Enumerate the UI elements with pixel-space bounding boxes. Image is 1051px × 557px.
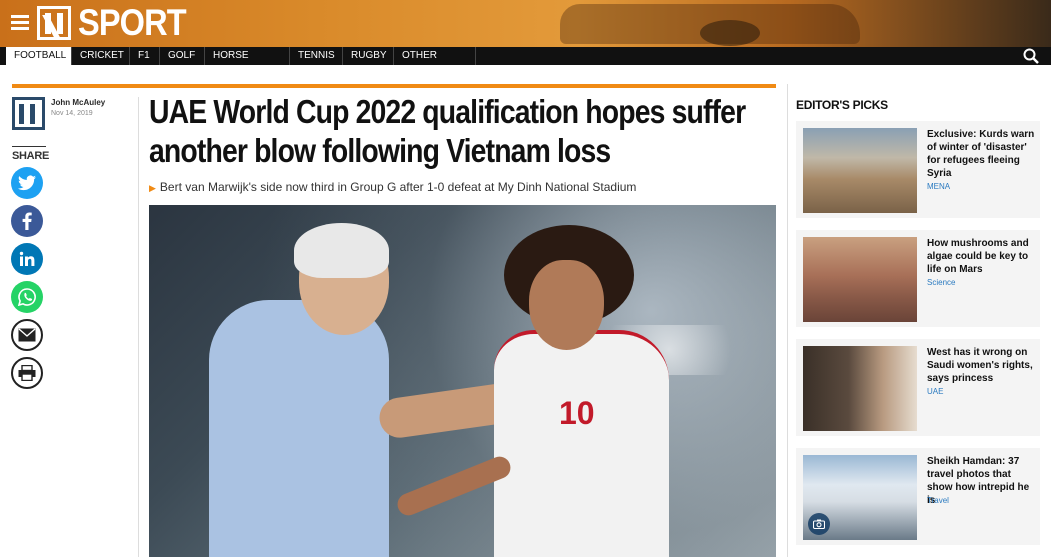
nav-item-horse-racing[interactable]: HORSE RACING — [205, 47, 290, 79]
pick-category[interactable]: UAE — [927, 387, 943, 396]
article-top-rule — [12, 84, 776, 88]
column-divider — [138, 97, 139, 557]
player-head — [529, 260, 604, 350]
pick-thumbnail[interactable] — [803, 128, 917, 213]
print-icon — [18, 365, 36, 381]
headline-line-2: another blow following Vietnam loss — [149, 132, 611, 169]
section-nav: FOOTBALL CRICKET F1 GOLF HORSE RACING TE… — [0, 47, 1051, 79]
whatsapp-icon — [18, 288, 36, 306]
editors-pick-item[interactable]: Sheikh Hamdan: 37 travel photos that sho… — [796, 448, 1040, 545]
headline-line-1: UAE World Cup 2022 qualification hopes s… — [149, 93, 746, 130]
share-label: SHARE — [12, 150, 50, 162]
coach-hair — [294, 223, 389, 278]
facebook-share-button[interactable] — [11, 205, 43, 237]
nav-item-cricket[interactable]: CRICKET — [72, 47, 130, 65]
player-figure — [494, 330, 669, 557]
editors-pick-item[interactable]: Exclusive: Kurds warn of winter of 'disa… — [796, 121, 1040, 218]
pick-category[interactable]: Science — [927, 278, 955, 287]
publish-date: Nov 14, 2019 — [51, 110, 93, 117]
pick-title[interactable]: West has it wrong on Saudi women's right… — [927, 346, 1035, 385]
triangle-right-icon: ▶ — [149, 183, 156, 193]
twitter-share-button[interactable] — [11, 167, 43, 199]
nav-item-tennis[interactable]: TENNIS — [290, 47, 343, 65]
email-icon — [18, 328, 36, 342]
pick-category[interactable]: Travel — [927, 496, 949, 505]
national-logo-icon[interactable] — [37, 6, 71, 40]
facebook-icon — [22, 212, 32, 230]
nav-item-rugby[interactable]: RUGBY — [343, 47, 394, 65]
pick-category[interactable]: MENA — [927, 182, 950, 191]
nav-item-other-sport[interactable]: OTHER SPORT — [394, 47, 476, 79]
sidebar-divider — [787, 84, 788, 557]
linkedin-share-button[interactable] — [11, 243, 43, 275]
camera-icon — [808, 513, 830, 535]
standfirst-text: Bert van Marwijk's side now third in Gro… — [159, 180, 637, 194]
editors-pick-item[interactable]: How mushrooms and algae could be key to … — [796, 230, 1040, 327]
linkedin-icon — [19, 251, 35, 266]
article-standfirst: ▶ Bert van Marwijk's side now third in Gr… — [149, 180, 636, 194]
header-banner: SPORT — [0, 0, 1051, 47]
author-name[interactable]: John McAuley — [51, 98, 105, 107]
author-avatar — [12, 97, 45, 130]
jersey-number: 10 — [559, 395, 595, 431]
pick-thumbnail[interactable] — [803, 346, 917, 431]
twitter-icon — [18, 175, 36, 191]
pick-title[interactable]: Exclusive: Kurds warn of winter of 'disa… — [927, 128, 1035, 180]
hamburger-menu-icon[interactable] — [11, 15, 29, 31]
share-divider — [12, 146, 46, 147]
banner-wheel — [700, 20, 760, 46]
search-icon[interactable] — [1023, 48, 1039, 64]
nav-item-football[interactable]: FOOTBALL — [6, 47, 72, 65]
article-headline: UAE World Cup 2022 qualification hopes s… — [149, 92, 768, 170]
editors-picks-title: EDITOR'S PICKS — [796, 98, 888, 112]
email-share-button[interactable] — [11, 319, 43, 351]
whatsapp-share-button[interactable] — [11, 281, 43, 313]
hero-image[interactable]: 10 — [149, 205, 776, 557]
pick-thumbnail[interactable] — [803, 455, 917, 540]
nav-item-golf[interactable]: GOLF — [160, 47, 205, 65]
nav-item-f1[interactable]: F1 — [130, 47, 160, 65]
pick-thumbnail[interactable] — [803, 237, 917, 322]
editors-pick-item[interactable]: West has it wrong on Saudi women's right… — [796, 339, 1040, 436]
print-share-button[interactable] — [11, 357, 43, 389]
pick-title[interactable]: How mushrooms and algae could be key to … — [927, 237, 1035, 276]
coach-figure — [209, 300, 389, 557]
section-title[interactable]: SPORT — [78, 2, 187, 44]
